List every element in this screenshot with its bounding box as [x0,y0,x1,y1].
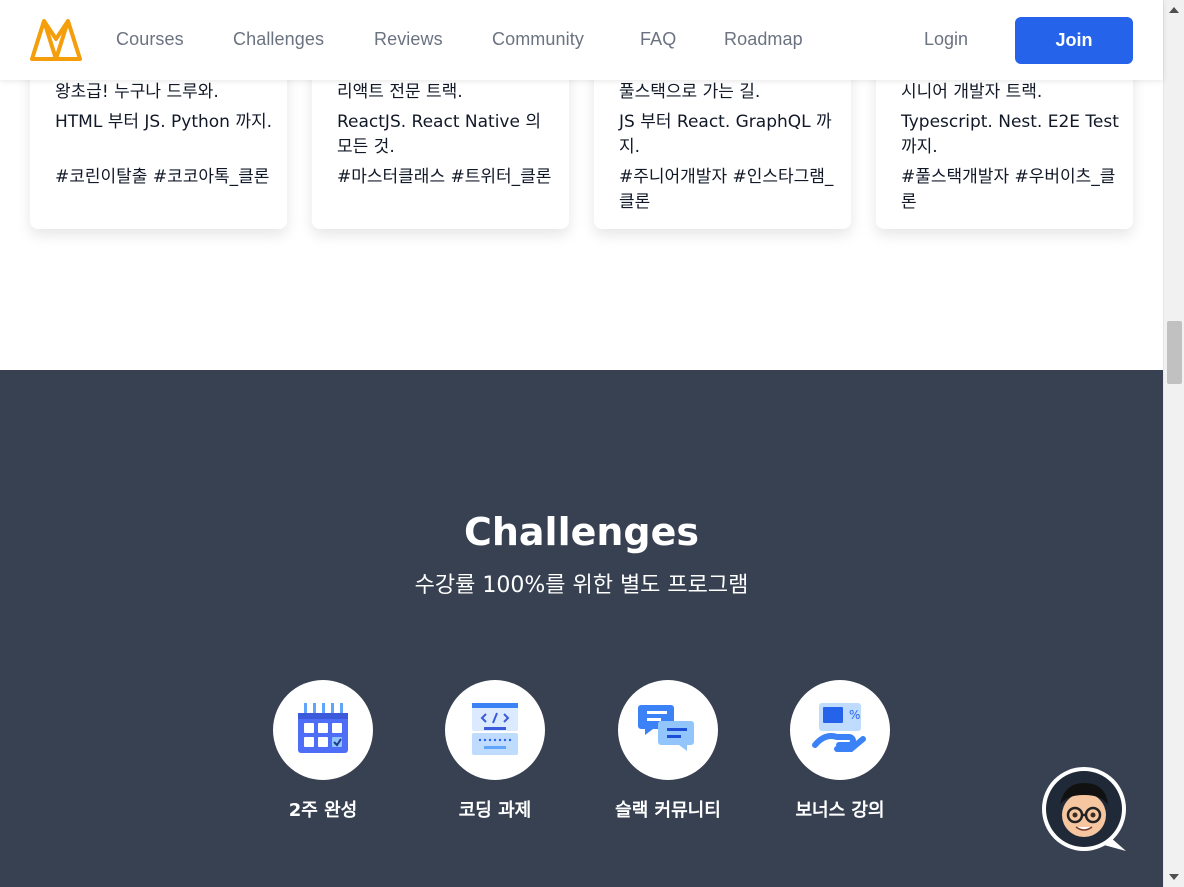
feature-coding-assignment: 코딩 과제 [445,680,545,821]
feature-bonus-lectures: % 보너스 강의 [790,680,890,821]
feature-label: 코딩 과제 [458,800,532,821]
logo-icon[interactable] [30,17,82,61]
card-description: JS 부터 React. GraphQL 까지. [619,112,832,157]
card-description: Typescript. Nest. E2E Test 까지. [901,112,1119,157]
card-tagline: 리액트 전문 트랙. [337,82,463,102]
section-subtitle: 수강률 100%를 위한 별도 프로그램 [414,573,749,598]
scrollbar-thumb[interactable] [1167,321,1182,384]
nav-roadmap[interactable]: Roadmap [724,29,803,50]
challenges-section: Challenges 수강률 100%를 위한 별도 프로그램 2주 완성 코딩… [0,370,1163,887]
feature-label: 2주 완성 [288,800,358,821]
feature-label: 슬랙 커뮤니티 [615,800,721,821]
feature-circle [273,680,373,780]
card-hashtags: #풀스택개발자 #우버이츠_클론 [901,167,1116,212]
feature-circle: % [790,680,890,780]
join-button[interactable]: Join [1015,17,1133,64]
feature-circle [618,680,718,780]
card-description: ReactJS. React Native 의 모든 것. [337,112,541,157]
nav-faq[interactable]: FAQ [640,29,676,50]
avatar-chat-icon[interactable] [1040,765,1130,855]
scroll-down-arrow-icon[interactable] [1169,874,1179,880]
card-tagline: 시니어 개발자 트랙. [901,82,1043,102]
code-window-icon [472,703,518,755]
feature-two-weeks: 2주 완성 [273,680,373,821]
card-tagline: 풀스택으로 가는 길. [619,82,761,102]
calendar-icon [298,703,348,753]
card-hashtags: #주니어개발자 #인스타그램_클론 [619,167,834,212]
login-link[interactable]: Login [924,29,968,50]
card-description: HTML 부터 JS. Python 까지. [55,112,273,132]
section-title: Challenges [463,510,700,554]
card-hashtags: #코린이탈출 #코코아톡_클론 [55,167,270,187]
nav-community[interactable]: Community [492,29,584,50]
vertical-scrollbar[interactable] [1163,0,1184,887]
scroll-up-arrow-icon[interactable] [1169,7,1179,13]
feature-label: 보너스 강의 [795,800,885,821]
card-tagline: 왕초급! 누구나 드루와. [55,82,219,102]
card-hashtags: #마스터클래스 #트위터_클론 [337,167,552,187]
nav-courses[interactable]: Courses [116,29,184,50]
svg-text:%: % [849,708,860,722]
nav-challenges[interactable]: Challenges [233,29,324,50]
bonus-hand-icon: % [812,703,866,752]
nav-reviews[interactable]: Reviews [374,29,443,50]
chat-bubbles-icon [638,705,694,751]
feature-circle [445,680,545,780]
feature-slack-community: 슬랙 커뮤니티 [615,680,721,821]
site-header: Courses Challenges Reviews Community FAQ… [0,0,1163,80]
